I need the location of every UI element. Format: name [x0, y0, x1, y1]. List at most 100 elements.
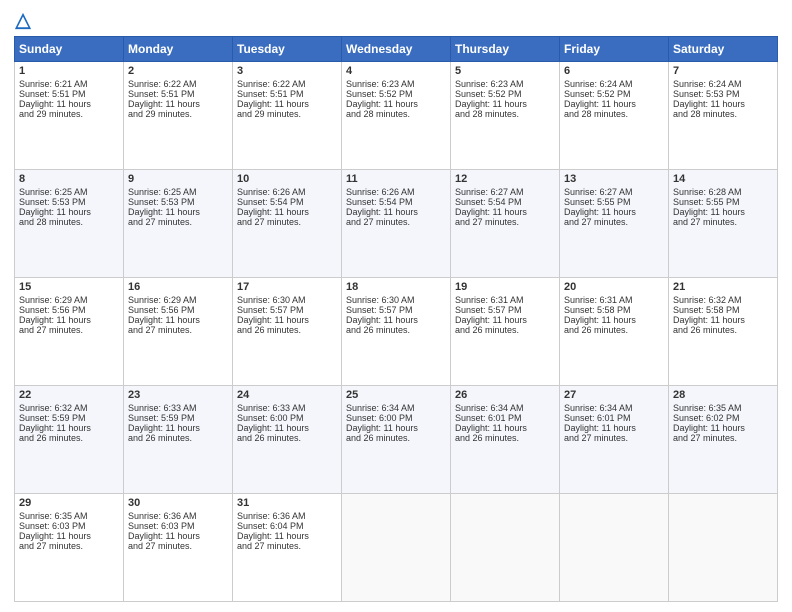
day-info: Sunset: 5:55 PM — [673, 197, 773, 207]
day-number: 25 — [346, 389, 446, 401]
week-row-4: 22Sunrise: 6:32 AMSunset: 5:59 PMDayligh… — [15, 386, 778, 494]
day-info: Daylight: 11 hours — [346, 423, 446, 433]
calendar-cell: 20Sunrise: 6:31 AMSunset: 5:58 PMDayligh… — [560, 278, 669, 386]
day-info: Sunrise: 6:21 AM — [19, 79, 119, 89]
week-row-3: 15Sunrise: 6:29 AMSunset: 5:56 PMDayligh… — [15, 278, 778, 386]
day-info: and 27 minutes. — [128, 541, 228, 551]
day-info: Sunrise: 6:27 AM — [564, 187, 664, 197]
calendar-cell — [451, 494, 560, 602]
day-info: Sunset: 5:56 PM — [128, 305, 228, 315]
day-info: and 27 minutes. — [237, 541, 337, 551]
day-info: and 27 minutes. — [346, 217, 446, 227]
day-number: 9 — [128, 173, 228, 185]
day-info: Sunset: 5:53 PM — [19, 197, 119, 207]
day-number: 22 — [19, 389, 119, 401]
day-info: Sunset: 5:51 PM — [19, 89, 119, 99]
day-number: 11 — [346, 173, 446, 185]
calendar-header: SundayMondayTuesdayWednesdayThursdayFrid… — [15, 37, 778, 62]
calendar-cell: 6Sunrise: 6:24 AMSunset: 5:52 PMDaylight… — [560, 62, 669, 170]
calendar-cell: 7Sunrise: 6:24 AMSunset: 5:53 PMDaylight… — [669, 62, 778, 170]
day-info: Sunset: 6:01 PM — [455, 413, 555, 423]
day-info: Sunrise: 6:26 AM — [346, 187, 446, 197]
day-info: and 28 minutes. — [455, 109, 555, 119]
day-info: Sunrise: 6:27 AM — [455, 187, 555, 197]
day-info: and 29 minutes. — [19, 109, 119, 119]
calendar-cell: 2Sunrise: 6:22 AMSunset: 5:51 PMDaylight… — [124, 62, 233, 170]
calendar-cell: 4Sunrise: 6:23 AMSunset: 5:52 PMDaylight… — [342, 62, 451, 170]
day-info: Sunrise: 6:24 AM — [673, 79, 773, 89]
day-number: 3 — [237, 65, 337, 77]
day-info: and 28 minutes. — [19, 217, 119, 227]
day-number: 26 — [455, 389, 555, 401]
day-info: Daylight: 11 hours — [128, 423, 228, 433]
day-info: Daylight: 11 hours — [673, 315, 773, 325]
day-info: Daylight: 11 hours — [128, 207, 228, 217]
day-info: and 28 minutes. — [564, 109, 664, 119]
day-info: Sunset: 5:59 PM — [128, 413, 228, 423]
calendar-cell: 5 Sunrise: 6:23 AMSunset: 5:52 PMDaylight… — [451, 62, 560, 170]
day-info: Sunset: 5:52 PM — [455, 89, 555, 99]
week-row-2: 8Sunrise: 6:25 AMSunset: 5:53 PMDaylight… — [15, 170, 778, 278]
day-info: Sunrise: 6:28 AM — [673, 187, 773, 197]
day-header-sunday: Sunday — [15, 37, 124, 62]
day-info: and 26 minutes. — [128, 433, 228, 443]
day-info: Daylight: 11 hours — [455, 99, 555, 109]
day-info: Sunset: 6:04 PM — [237, 521, 337, 531]
day-info: Sunrise: 6:35 AM — [19, 511, 119, 521]
day-number: 1 — [19, 65, 119, 77]
day-info: Daylight: 11 hours — [673, 99, 773, 109]
day-info: Daylight: 11 hours — [455, 207, 555, 217]
day-number: 5 — [455, 65, 555, 77]
day-info: Daylight: 11 hours — [237, 423, 337, 433]
day-info: Sunset: 5:57 PM — [346, 305, 446, 315]
day-info: Daylight: 11 hours — [237, 315, 337, 325]
day-info: Sunrise: 6:23 AM — [455, 79, 555, 89]
day-info: Sunrise: 6:26 AM — [237, 187, 337, 197]
day-info: Sunset: 5:58 PM — [673, 305, 773, 315]
day-number: 27 — [564, 389, 664, 401]
day-number: 16 — [128, 281, 228, 293]
calendar-cell: 26Sunrise: 6:34 AMSunset: 6:01 PMDayligh… — [451, 386, 560, 494]
day-info: Sunrise: 6:33 AM — [128, 403, 228, 413]
day-info: Daylight: 11 hours — [564, 99, 664, 109]
week-row-1: 1Sunrise: 6:21 AMSunset: 5:51 PMDaylight… — [15, 62, 778, 170]
day-number: 2 — [128, 65, 228, 77]
day-number: 8 — [19, 173, 119, 185]
day-info: Daylight: 11 hours — [455, 315, 555, 325]
calendar-cell: 28Sunrise: 6:35 AMSunset: 6:02 PMDayligh… — [669, 386, 778, 494]
calendar-cell: 14Sunrise: 6:28 AMSunset: 5:55 PMDayligh… — [669, 170, 778, 278]
day-info: and 27 minutes. — [673, 433, 773, 443]
day-info: Daylight: 11 hours — [19, 531, 119, 541]
day-number: 30 — [128, 497, 228, 509]
calendar-cell: 10Sunrise: 6:26 AMSunset: 5:54 PMDayligh… — [233, 170, 342, 278]
day-number: 12 — [455, 173, 555, 185]
day-number: 24 — [237, 389, 337, 401]
day-info: and 26 minutes. — [237, 325, 337, 335]
day-info: Daylight: 11 hours — [564, 423, 664, 433]
day-info: Sunset: 6:00 PM — [237, 413, 337, 423]
day-header-friday: Friday — [560, 37, 669, 62]
day-info: Daylight: 11 hours — [19, 99, 119, 109]
day-info: Daylight: 11 hours — [673, 423, 773, 433]
day-header-wednesday: Wednesday — [342, 37, 451, 62]
day-info: Sunrise: 6:25 AM — [19, 187, 119, 197]
calendar-cell: 1 Sunrise: 6:21 AMSunset: 5:51 PMDaylight… — [15, 62, 124, 170]
day-info: Daylight: 11 hours — [564, 207, 664, 217]
day-info: Sunset: 5:51 PM — [237, 89, 337, 99]
day-number: 4 — [346, 65, 446, 77]
day-info: and 27 minutes. — [455, 217, 555, 227]
day-info: Sunrise: 6:29 AM — [19, 295, 119, 305]
day-info: and 27 minutes. — [237, 217, 337, 227]
day-info: Daylight: 11 hours — [237, 99, 337, 109]
day-header-saturday: Saturday — [669, 37, 778, 62]
calendar-cell: 24Sunrise: 6:33 AMSunset: 6:00 PMDayligh… — [233, 386, 342, 494]
day-info: Sunset: 5:52 PM — [346, 89, 446, 99]
day-info: Sunset: 5:56 PM — [19, 305, 119, 315]
day-info: and 26 minutes. — [346, 325, 446, 335]
day-number: 19 — [455, 281, 555, 293]
day-number: 28 — [673, 389, 773, 401]
day-info: Daylight: 11 hours — [19, 207, 119, 217]
day-info: Sunset: 5:54 PM — [455, 197, 555, 207]
calendar-cell — [669, 494, 778, 602]
day-info: Daylight: 11 hours — [346, 207, 446, 217]
